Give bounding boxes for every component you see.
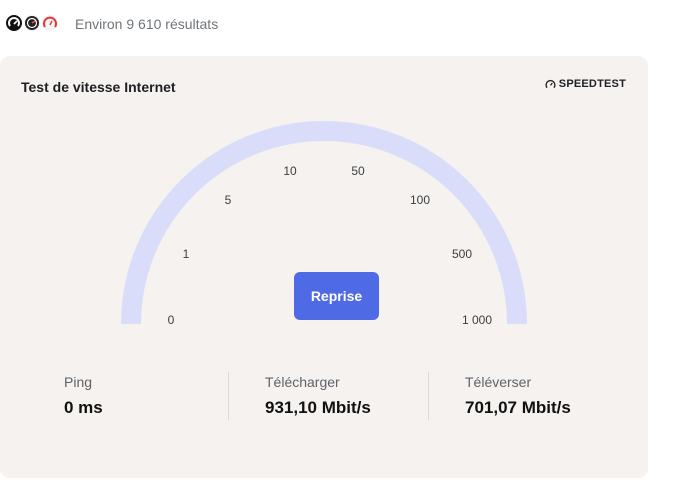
speedometer-dark-icon[interactable] xyxy=(22,13,42,33)
metric-divider xyxy=(228,372,229,420)
download-value: 931,10 Mbit/s xyxy=(265,398,371,417)
reprise-button[interactable]: Reprise xyxy=(294,272,379,320)
gauge-label-0: 0 xyxy=(167,313,175,327)
ping-value: 0 ms xyxy=(64,398,103,417)
gauge-label-1000: 1 000 xyxy=(461,313,493,327)
gauge-label-5: 5 xyxy=(224,193,232,207)
gauge-label-50: 50 xyxy=(351,164,365,178)
results-count: Environ 9 610 résultats xyxy=(75,16,219,32)
gauge-label-500: 500 xyxy=(451,247,473,261)
upload-label: Téléverser xyxy=(465,374,532,390)
speedtest-logo-icon[interactable] xyxy=(4,13,24,33)
speedtest-widget: Test de vitesse Internet SPEEDTEST 0 1 5… xyxy=(0,56,648,478)
metric-download: Télécharger 931,10 Mbit/s xyxy=(265,374,371,418)
download-label: Télécharger xyxy=(265,374,340,390)
speedometer-red-icon[interactable] xyxy=(40,13,60,33)
ping-label: Ping xyxy=(64,374,93,390)
source-icons xyxy=(4,13,60,33)
metric-divider xyxy=(428,372,429,420)
upload-value: 701,07 Mbit/s xyxy=(465,398,571,417)
metric-ping: Ping 0 ms xyxy=(64,374,103,418)
search-results-header: Environ 9 610 résultats xyxy=(0,0,678,48)
gauge-label-10: 10 xyxy=(283,164,297,178)
metric-upload: Téléverser 701,07 Mbit/s xyxy=(465,374,571,418)
gauge-label-1: 1 xyxy=(182,247,190,261)
gauge-label-100: 100 xyxy=(409,193,431,207)
